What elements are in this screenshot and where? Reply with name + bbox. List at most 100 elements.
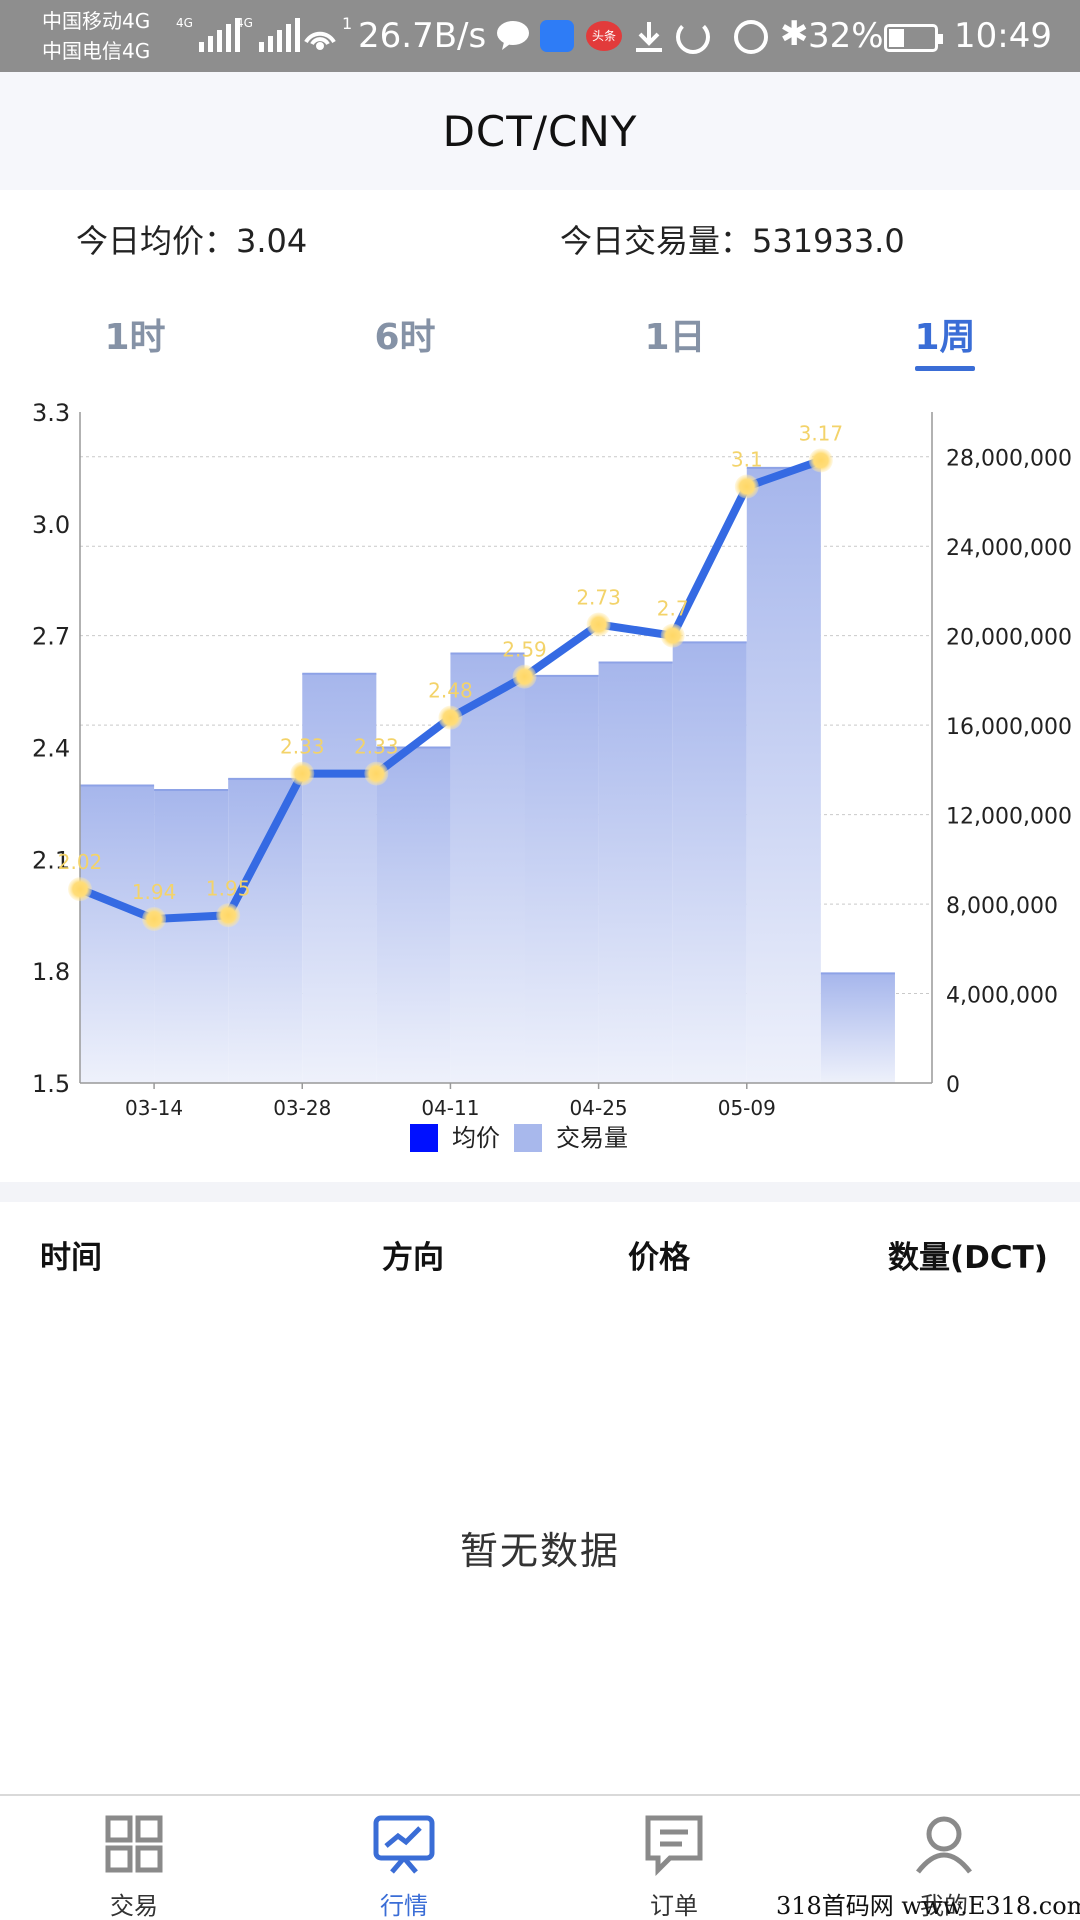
y-right-tick-label: 20,000,000	[946, 626, 1072, 651]
page-title: DCT/CNY	[442, 106, 638, 156]
price-point	[512, 664, 537, 689]
price-point	[660, 623, 685, 648]
y-right-tick-label: 24,000,000	[946, 536, 1072, 561]
signal-2-label: 4G	[236, 16, 253, 30]
price-data-label: 3.17	[799, 421, 844, 445]
nav-orders-label: 订单	[650, 1892, 698, 1920]
trade-icon	[105, 1815, 163, 1873]
nav-orders[interactable]: 订单	[574, 1796, 774, 1920]
y-left-tick-label: 1.8	[32, 958, 70, 986]
nav-trade-label: 交易	[110, 1892, 158, 1920]
volume-bar	[820, 973, 895, 1083]
x-tick-label: 04-25	[570, 1096, 628, 1120]
clock: 10:49	[954, 16, 1052, 56]
price-point	[68, 877, 92, 902]
price-point	[142, 906, 167, 931]
volume-bar	[228, 778, 303, 1083]
price-data-label: 3.1	[731, 448, 763, 472]
download-icon	[636, 22, 662, 52]
volume-bar	[154, 789, 229, 1083]
carrier-1: 中国移动4G	[42, 9, 151, 33]
legend-label-volume: 交易量	[556, 1124, 628, 1152]
y-left-tick-label: 2.4	[32, 735, 70, 763]
page-header: DCT/CNY	[0, 72, 1080, 190]
active-tab-indicator	[915, 366, 975, 371]
tab-6h[interactable]: 6时	[335, 308, 475, 360]
volume-bar	[524, 675, 599, 1083]
price-point	[438, 705, 463, 730]
x-tick-label: 03-28	[273, 1096, 331, 1120]
legend-swatch-volume	[514, 1124, 542, 1152]
y-right-tick-label: 28,000,000	[946, 447, 1072, 472]
bluetooth-icon: ✱	[780, 14, 809, 54]
price-data-label: 2.33	[354, 735, 399, 759]
price-data-label: 1.95	[206, 876, 251, 900]
y-left-tick-label: 3.0	[32, 511, 70, 539]
volume-bar	[746, 467, 821, 1084]
tab-1d[interactable]: 1日	[605, 308, 745, 360]
price-volume-chart: 0 4,000,000 8,000,000 12,000,000 16,000,000 2…	[0, 400, 1080, 1180]
nav-trade[interactable]: 交易	[34, 1796, 234, 1920]
price-data-label: 2.48	[428, 679, 473, 703]
y-right-tick-label: 12,000,000	[946, 805, 1072, 830]
avg-price-stat: 今日均价：3.04	[76, 216, 307, 262]
volume-value: 531933.0	[752, 222, 905, 260]
wifi-badge: 1	[342, 14, 353, 33]
chat-icon	[497, 21, 529, 50]
volume-stat: 今日交易量：531933.0	[560, 216, 905, 262]
market-chart-icon	[373, 1815, 435, 1874]
empty-state: 暂无数据	[459, 1529, 620, 1573]
daily-stats: 今日均价：3.04 今日交易量：531933.0	[0, 200, 1080, 280]
loading-icon	[676, 20, 710, 54]
price-data-label: 1.94	[132, 880, 177, 904]
y-right-tick-label: 4,000,000	[946, 984, 1058, 1009]
trade-table-header: 时间 方向 价格 数量(DCT)	[0, 1220, 1080, 1280]
toutiao-icon: 头条	[586, 21, 622, 51]
price-data-label: 2.02	[58, 850, 103, 874]
nav-market[interactable]: 行情	[304, 1796, 504, 1920]
carrier-2: 中国电信4G	[42, 39, 151, 63]
wifi-icon	[304, 31, 336, 50]
status-bar: 中国移动4G 中国电信4G 4G 4G 1 26.7B/s 头条 ✱ 32% 1…	[0, 0, 1080, 72]
y-left-tick-label: 1.5	[32, 1070, 70, 1098]
tab-1w[interactable]: 1周	[875, 308, 1015, 360]
y-left-tick-label: 3.3	[32, 400, 70, 427]
price-point	[586, 612, 611, 637]
legend-label-price: 均价	[452, 1124, 500, 1152]
nav-market-label: 行情	[380, 1892, 428, 1920]
watermark: 318首码网 www.E318.com	[776, 1892, 1080, 1920]
alarm-icon	[734, 20, 768, 54]
legend-swatch-price	[410, 1124, 438, 1152]
tab-1h[interactable]: 1时	[65, 308, 205, 360]
y-left-tick-label: 2.7	[32, 623, 70, 651]
price-data-label: 2.59	[502, 638, 547, 662]
price-point	[290, 761, 315, 786]
price-data-label: 2.73	[576, 585, 621, 609]
avg-price-value: 3.04	[236, 222, 308, 260]
price-point	[216, 903, 241, 928]
signal-1-icon: 4G	[176, 16, 240, 52]
volume-label: 今日交易量：	[560, 222, 753, 260]
price-point	[734, 474, 759, 499]
col-time: 时间	[40, 1240, 102, 1276]
app-icon	[540, 20, 574, 52]
y-right-tick-label: 0	[946, 1073, 960, 1098]
volume-bar	[80, 785, 155, 1083]
volume-bar	[598, 662, 673, 1083]
col-direction: 方向	[382, 1240, 444, 1276]
chart-svg: 0 4,000,000 8,000,000 12,000,000 16,000,000 2…	[32, 400, 1072, 1152]
profile-icon	[916, 1816, 972, 1874]
col-price: 价格	[628, 1240, 690, 1276]
orders-icon	[645, 1815, 703, 1876]
volume-bar	[376, 747, 451, 1083]
avg-price-label: 今日均价：	[76, 222, 237, 260]
section-divider	[0, 1182, 1080, 1202]
timeframe-tabs: 1时 6时 1日 1周	[0, 300, 1080, 380]
carrier-info: 中国移动4G 中国电信4G	[42, 6, 150, 66]
volume-bar	[672, 642, 747, 1083]
x-tick-label: 05-09	[718, 1096, 776, 1120]
price-data-label: 2.7	[657, 597, 689, 621]
x-tick-label: 04-11	[421, 1096, 479, 1120]
signal-1-label: 4G	[176, 16, 193, 30]
price-data-label: 2.33	[280, 735, 325, 759]
